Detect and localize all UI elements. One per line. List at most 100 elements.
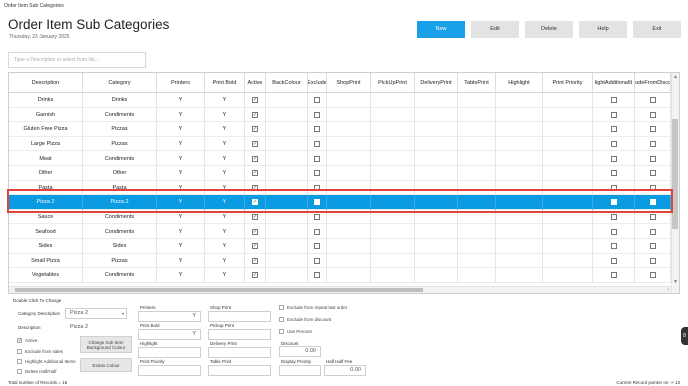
checkbox-icon[interactable] bbox=[314, 272, 320, 279]
table-row[interactable]: Meat Condiments Y Y ✓ bbox=[9, 151, 671, 166]
column-header[interactable]: TablePrint bbox=[458, 73, 496, 93]
table-row[interactable]: Other Other Y Y ✓ bbox=[9, 166, 671, 181]
side-tab[interactable]: 8 bbox=[681, 327, 688, 345]
printers-field[interactable]: Y bbox=[138, 311, 201, 322]
checkbox-icon[interactable] bbox=[610, 243, 617, 250]
checkbox-icon[interactable] bbox=[649, 111, 656, 118]
new-button[interactable]: New bbox=[417, 21, 465, 38]
checkbox-icon[interactable] bbox=[649, 155, 656, 162]
checkbox-icon[interactable] bbox=[314, 257, 320, 264]
horizontal-scrollbar[interactable]: › bbox=[9, 286, 671, 293]
checkbox-icon[interactable] bbox=[649, 257, 656, 264]
checkbox-icon[interactable] bbox=[610, 170, 617, 177]
delete-half-checkbox[interactable]: Delete Half/Half bbox=[17, 369, 57, 374]
column-header[interactable]: Print Priority bbox=[543, 73, 593, 93]
checkbox-icon[interactable] bbox=[649, 170, 656, 177]
column-header[interactable]: ShopPrint bbox=[327, 73, 371, 93]
table-row[interactable]: Garnish Condiments Y Y ✓ bbox=[9, 107, 671, 123]
checkbox-icon[interactable] bbox=[610, 155, 617, 162]
column-header[interactable]: BackColour bbox=[266, 73, 308, 93]
highlight-field[interactable] bbox=[138, 347, 201, 358]
checkbox-icon[interactable]: ✓ bbox=[252, 272, 258, 279]
edit-button[interactable]: Edit bbox=[471, 21, 519, 38]
checkbox-icon[interactable] bbox=[649, 141, 656, 148]
column-header[interactable]: Active bbox=[245, 73, 266, 93]
change-background-colour-button[interactable]: Change Sub Item Background Colour bbox=[80, 336, 132, 353]
checkbox-icon[interactable] bbox=[610, 272, 617, 279]
column-header[interactable]: PickUpPrint bbox=[371, 73, 415, 93]
column-header[interactable]: Description bbox=[9, 73, 83, 93]
checkbox-icon[interactable]: ✓ bbox=[252, 111, 258, 118]
checkbox-icon[interactable]: ✓ bbox=[252, 243, 258, 250]
table-row[interactable]: Seafood Condiments Y Y ✓ bbox=[9, 224, 671, 239]
search-input[interactable]: Type a Description or select from list..… bbox=[8, 52, 146, 68]
checkbox-icon[interactable]: ✓ bbox=[252, 214, 258, 221]
half-half-fee-field[interactable]: 0.00 bbox=[324, 365, 366, 376]
table-row[interactable]: Sides Sides Y Y ✓ bbox=[9, 239, 671, 254]
checkbox-icon[interactable]: ✓ bbox=[252, 257, 258, 264]
checkbox-icon[interactable] bbox=[610, 111, 617, 118]
column-header[interactable]: Exclude bbox=[308, 73, 327, 93]
checkbox-icon[interactable] bbox=[314, 228, 320, 235]
checkbox-icon[interactable] bbox=[314, 214, 320, 221]
checkbox-icon[interactable] bbox=[314, 97, 320, 104]
horizontal-scroll-thumb[interactable] bbox=[15, 288, 423, 292]
category-description-select[interactable]: Pizza 2 ▾ bbox=[65, 308, 127, 319]
discount-field[interactable]: 0.00 bbox=[279, 346, 321, 357]
extras-colour-button[interactable]: Extras Colour bbox=[80, 358, 132, 372]
checkbox-icon[interactable] bbox=[314, 111, 320, 118]
checkbox-icon[interactable] bbox=[610, 214, 617, 221]
checkbox-icon[interactable] bbox=[649, 214, 656, 221]
exclude-repeat-checkbox[interactable]: Exclude from repeat last order bbox=[279, 305, 347, 310]
table-row[interactable]: Vegetables Condiments Y Y ✓ bbox=[9, 268, 671, 283]
checkbox-icon[interactable] bbox=[610, 126, 617, 133]
checkbox-icon[interactable] bbox=[314, 141, 320, 148]
print-bold-field[interactable]: Y bbox=[138, 329, 201, 340]
vertical-scrollbar[interactable]: ▲ ▼ bbox=[671, 73, 679, 293]
checkbox-icon[interactable] bbox=[649, 97, 656, 104]
column-header[interactable]: ludeFromDisco bbox=[635, 73, 671, 93]
shop-print-field[interactable] bbox=[208, 311, 271, 322]
checkbox-icon[interactable] bbox=[610, 141, 617, 148]
checkbox-icon[interactable] bbox=[314, 170, 320, 177]
checkbox-icon[interactable] bbox=[314, 155, 320, 162]
checkbox-icon[interactable] bbox=[314, 243, 320, 250]
checkbox-icon[interactable] bbox=[610, 228, 617, 235]
column-header[interactable]: Category bbox=[83, 73, 157, 93]
checkbox-icon[interactable]: ✓ bbox=[252, 126, 258, 133]
checkbox-icon[interactable] bbox=[649, 243, 656, 250]
delete-button[interactable]: Delete bbox=[525, 21, 573, 38]
exclude-sales-checkbox[interactable]: Exclude from sales bbox=[17, 349, 63, 354]
table-print-field[interactable] bbox=[208, 365, 271, 376]
checkbox-icon[interactable] bbox=[649, 228, 656, 235]
checkbox-icon[interactable]: ✓ bbox=[252, 97, 258, 104]
checkbox-icon[interactable] bbox=[314, 126, 320, 133]
column-header[interactable]: lightAdditionalIt bbox=[593, 73, 635, 93]
active-checkbox[interactable]: ✓ Active bbox=[17, 338, 37, 344]
exit-button[interactable]: Exit bbox=[633, 21, 681, 38]
highlight-additional-checkbox[interactable]: Highlight Additional Items bbox=[17, 359, 76, 364]
exclude-discount-checkbox[interactable]: Exclude from discount bbox=[279, 317, 331, 322]
display-priority-field[interactable] bbox=[279, 365, 321, 376]
scroll-right-icon[interactable]: › bbox=[667, 287, 669, 293]
scroll-down-icon[interactable]: ▼ bbox=[673, 279, 678, 285]
checkbox-icon[interactable]: ✓ bbox=[252, 155, 258, 162]
checkbox-icon[interactable]: ✓ bbox=[252, 170, 258, 177]
column-header[interactable]: Print Bold bbox=[205, 73, 245, 93]
column-header[interactable]: DeliveryPrint bbox=[415, 73, 458, 93]
checkbox-icon[interactable]: ✓ bbox=[252, 228, 258, 235]
print-priority-field[interactable] bbox=[138, 365, 201, 376]
column-header[interactable]: Printers bbox=[157, 73, 205, 93]
use-percent-checkbox[interactable]: Use Percent bbox=[279, 329, 312, 334]
column-header[interactable]: Highlight bbox=[496, 73, 543, 93]
checkbox-icon[interactable] bbox=[649, 126, 656, 133]
delivery-print-field[interactable] bbox=[208, 347, 271, 358]
table-row[interactable]: Large Pizza Pizzas Y Y ✓ bbox=[9, 136, 671, 152]
checkbox-icon[interactable] bbox=[610, 97, 617, 104]
table-row[interactable]: Gluten Free Pizza Pizzas Y Y ✓ bbox=[9, 122, 671, 137]
scroll-up-icon[interactable]: ▲ bbox=[673, 74, 678, 80]
table-row[interactable]: Small Pizza Pizzas Y Y ✓ bbox=[9, 253, 671, 269]
checkbox-icon[interactable] bbox=[649, 272, 656, 279]
checkbox-icon[interactable]: ✓ bbox=[252, 141, 258, 148]
help-button[interactable]: Help bbox=[579, 21, 627, 38]
